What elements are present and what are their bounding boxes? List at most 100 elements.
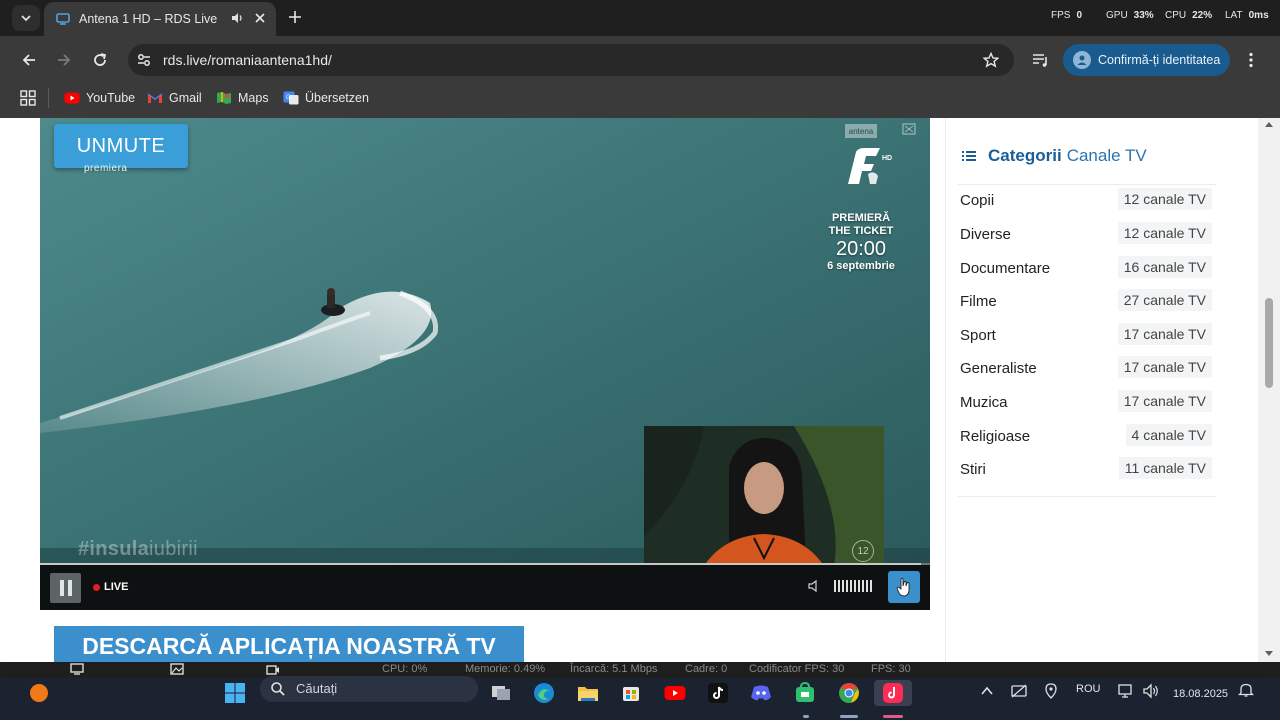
weather-icon <box>30 684 48 702</box>
bookmark-star-icon[interactable] <box>983 52 999 68</box>
unmute-button[interactable]: UNMUTE <box>54 124 188 168</box>
chevron-down-icon <box>21 15 31 22</box>
sidebar-divider-bottom <box>958 496 1216 497</box>
page-scrollbar[interactable] <box>1258 118 1280 662</box>
store-icon <box>623 687 639 701</box>
svg-text:G: G <box>286 95 291 101</box>
sidebar-title: Canale TV <box>1066 146 1147 165</box>
category-muzica[interactable]: Muzica 17 canale TV <box>958 387 1212 417</box>
category-stiri[interactable]: Stiri 11 canale TV <box>958 454 1212 484</box>
task-view-button[interactable] <box>488 680 514 706</box>
stat-fps: FPS: 30 <box>871 663 911 675</box>
quality-settings-button[interactable] <box>888 571 920 603</box>
category-filme[interactable]: Filme 27 canale TV <box>958 286 1212 316</box>
bookmark-maps[interactable]: Maps <box>216 88 269 108</box>
speaker-icon[interactable] <box>230 11 244 25</box>
scroll-up-arrow-icon[interactable] <box>1264 120 1274 128</box>
cast-icon[interactable] <box>902 122 916 136</box>
notifications-bell-icon[interactable] <box>1238 682 1254 698</box>
download-app-banner[interactable]: DESCARCĂ APLICAȚIA NOASTRĂ TV <box>54 626 524 662</box>
live-label: LIVE <box>104 581 129 593</box>
bookmark-translate[interactable]: G Übersetzen <box>283 88 369 108</box>
close-icon[interactable] <box>254 12 266 24</box>
tiktok-icon <box>708 683 728 703</box>
player-controls: LIVE <box>40 563 930 610</box>
tab-title: Antena 1 HD – RDS Live <box>79 12 218 26</box>
taskbar-date[interactable]: 18.08.2025 <box>1173 688 1228 700</box>
category-generaliste[interactable]: Generaliste 17 canale TV <box>958 353 1212 383</box>
taskbar: Căutați ROU 18.08.2025 <box>0 676 1280 720</box>
forward-arrow-icon[interactable] <box>56 52 72 68</box>
android-bag-icon <box>796 682 814 702</box>
stream-stats-bar: CPU: 0% Memorie: 0.49% Încarcă: 5.1 Mbps… <box>8 662 1264 678</box>
bookmark-youtube[interactable]: YouTube <box>64 88 135 108</box>
youtube-icon <box>664 686 686 700</box>
scrollbar-thumb[interactable] <box>1265 298 1273 388</box>
premiera-tag: premiera <box>84 163 128 174</box>
tab-active[interactable]: Antena 1 HD – RDS Live <box>44 2 276 36</box>
widgets-button[interactable] <box>26 680 52 706</box>
site-settings-icon[interactable] <box>136 52 152 68</box>
youtube-app[interactable] <box>662 680 688 706</box>
back-arrow-icon[interactable] <box>21 52 37 68</box>
live-badge: LIVE <box>93 581 128 593</box>
user-icon <box>1077 55 1087 65</box>
monitor-network-icon[interactable] <box>1116 683 1134 699</box>
progress-bar[interactable] <box>40 563 930 565</box>
pause-button[interactable] <box>50 573 81 603</box>
category-copii[interactable]: Copii 12 canale TV <box>958 185 1212 215</box>
age-rating-badge: 12 <box>852 540 874 562</box>
media-control-icon[interactable] <box>1032 52 1050 68</box>
volume-muted-icon[interactable] <box>808 579 822 593</box>
tab-search-button[interactable] <box>12 5 40 31</box>
taskbar-search-input[interactable]: Căutați <box>260 676 478 702</box>
promo-block: PREMIERĂ THE TICKET 20:00 6 septembrie <box>814 212 908 273</box>
category-count: 12 canale TV <box>1117 188 1212 210</box>
language-indicator[interactable]: ROU <box>1076 683 1100 695</box>
image-icon[interactable] <box>170 663 184 675</box>
network-off-icon[interactable] <box>1010 683 1028 699</box>
category-sport[interactable]: Sport 17 canale TV <box>958 320 1212 350</box>
android-app[interactable] <box>792 680 818 706</box>
tv-favicon-icon <box>56 13 70 25</box>
file-explorer-app[interactable] <box>575 680 601 706</box>
category-documentare[interactable]: Documentare 16 canale TV <box>958 253 1212 283</box>
new-tab-plus-icon[interactable] <box>288 10 302 24</box>
monitor-icon[interactable] <box>70 663 84 675</box>
sidebar-title-bold: Categorii <box>988 146 1062 165</box>
volume-slider[interactable] <box>834 579 874 593</box>
edge-icon <box>534 683 554 703</box>
reload-icon[interactable] <box>92 52 108 68</box>
web-page: UNMUTE premiera antena HD PREMIERĂ THE T… <box>0 118 1258 662</box>
tiktok-app[interactable] <box>705 680 731 706</box>
category-count: 12 canale TV <box>1117 222 1212 244</box>
edge-app[interactable] <box>531 680 557 706</box>
start-button[interactable] <box>222 680 248 706</box>
search-icon <box>271 682 285 696</box>
chevron-up-icon[interactable] <box>980 684 994 698</box>
avatar <box>1073 51 1091 69</box>
pause-icon <box>59 580 72 596</box>
bookmark-gmail[interactable]: Gmail <box>147 88 202 108</box>
tiktok-studio-app[interactable] <box>874 680 912 706</box>
apps-grid-icon[interactable] <box>20 90 36 106</box>
app-running-indicator <box>840 715 858 718</box>
camera-add-icon[interactable] <box>266 663 280 675</box>
chrome-app[interactable] <box>836 680 862 706</box>
category-diverse[interactable]: Diverse 12 canale TV <box>958 219 1212 249</box>
video-player[interactable]: UNMUTE premiera antena HD PREMIERĂ THE T… <box>40 118 930 610</box>
discord-app[interactable] <box>748 680 774 706</box>
more-menu-icon[interactable] <box>1244 52 1258 68</box>
speaker-tray-icon[interactable] <box>1142 683 1160 699</box>
maps-icon <box>217 92 231 104</box>
windows-logo-icon <box>225 683 245 703</box>
stat-frames: Cadre: 0 <box>685 663 728 675</box>
address-bar[interactable]: rds.live/romaniaantena1hd/ <box>128 44 1014 76</box>
perf-cpu: CPU 22% <box>1165 10 1213 21</box>
category-religioase[interactable]: Religioase 4 canale TV <box>958 421 1212 451</box>
location-icon[interactable] <box>1044 683 1058 699</box>
scroll-down-arrow-icon[interactable] <box>1264 650 1274 658</box>
verify-identity-button[interactable]: Confirmă-ți identitatea <box>1063 44 1230 76</box>
category-count: 4 canale TV <box>1125 424 1212 446</box>
store-app[interactable] <box>618 680 644 706</box>
